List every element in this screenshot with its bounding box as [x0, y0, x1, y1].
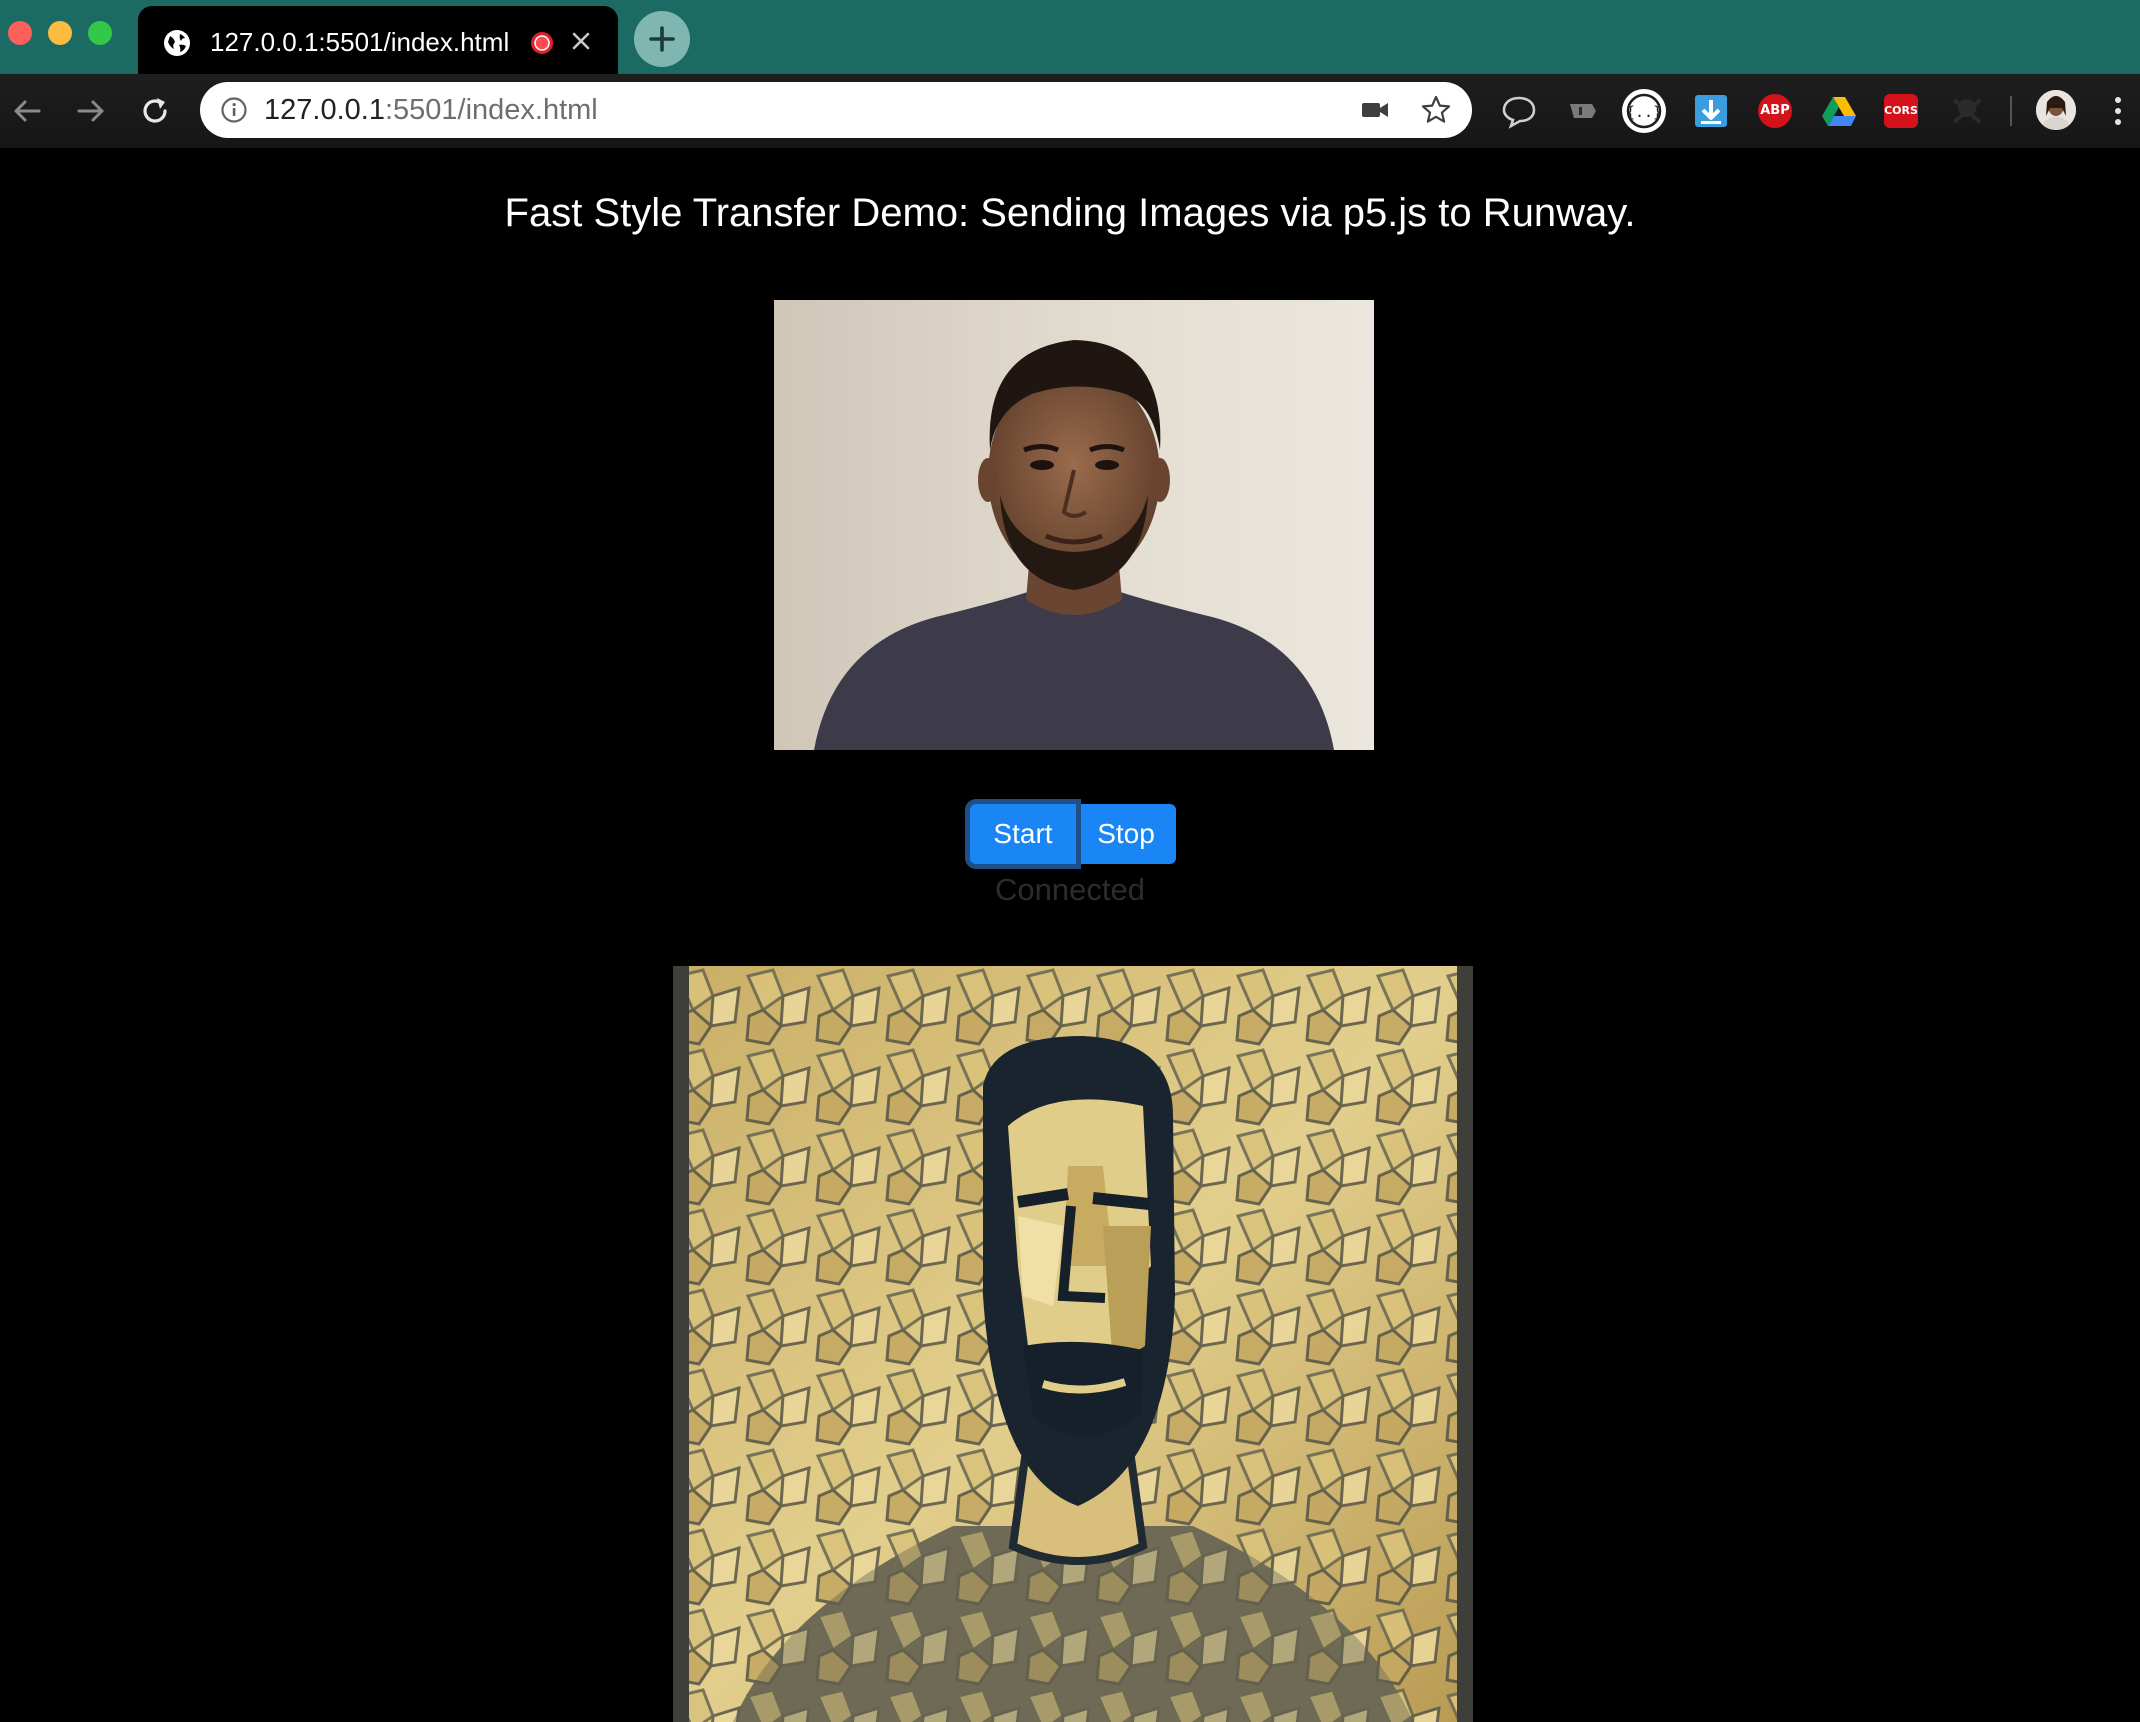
stop-button[interactable]: Stop	[1076, 804, 1176, 864]
profile-photo-icon	[2036, 90, 2076, 130]
svg-text:{..}: {..}	[1626, 103, 1662, 121]
tab-title: 127.0.0.1:5501/index.html	[210, 27, 510, 57]
tab-strip: 127.0.0.1:5501/index.html	[0, 0, 2140, 74]
stylized-output-image	[673, 966, 1473, 1722]
forward-arrow-icon[interactable]	[72, 92, 110, 130]
kebab-menu-icon[interactable]	[2110, 94, 2126, 128]
url-path: :5501/index.html	[384, 94, 598, 126]
download-extension-icon[interactable]	[1692, 92, 1730, 130]
recording-indicator-icon	[531, 32, 553, 54]
new-tab-button[interactable]	[634, 11, 690, 67]
maximize-window-button[interactable]	[88, 21, 112, 45]
json-viewer-extension-icon[interactable]: {..}	[1620, 87, 1668, 135]
start-button[interactable]: Start	[970, 804, 1076, 864]
plus-icon	[649, 26, 675, 52]
connection-status: Connected	[995, 872, 1145, 907]
profile-avatar[interactable]	[2036, 90, 2076, 130]
address-bar[interactable]: 127.0.0.1:5501/index.html	[200, 82, 1472, 138]
webcam-frame-image	[774, 300, 1374, 750]
url-host: 127.0.0.1	[264, 94, 385, 126]
reload-icon[interactable]	[136, 92, 174, 130]
back-arrow-icon[interactable]	[8, 92, 46, 130]
style-transfer-output	[673, 966, 1473, 1722]
webcam-video	[774, 300, 1374, 750]
tag-extension-icon[interactable]	[1564, 92, 1602, 130]
bookmark-star-icon[interactable]	[1420, 94, 1452, 126]
pirate-extension-icon[interactable]	[1948, 92, 1986, 130]
globe-icon	[164, 30, 190, 56]
minimize-window-button[interactable]	[48, 21, 72, 45]
web-page: Fast Style Transfer Demo: Sending Images…	[0, 148, 2140, 1722]
toolbar-divider	[2010, 96, 2012, 126]
info-icon[interactable]	[220, 96, 248, 124]
close-window-button[interactable]	[8, 21, 32, 45]
page-title: Fast Style Transfer Demo: Sending Images…	[504, 191, 1636, 235]
adblock-plus-icon[interactable]: ABP	[1758, 94, 1792, 128]
browser-toolbar: 127.0.0.1:5501/index.html {..} ABP CORS	[0, 74, 2140, 148]
google-drive-icon[interactable]	[1820, 92, 1858, 130]
browser-tab[interactable]: 127.0.0.1:5501/index.html	[138, 6, 618, 74]
url-text[interactable]: 127.0.0.1:5501/index.html	[264, 92, 598, 128]
chat-bubble-icon[interactable]	[1500, 92, 1538, 130]
browser-window: 127.0.0.1:5501/index.html 127.0.0.1:5501…	[0, 0, 2140, 1722]
cors-extension-icon[interactable]: CORS	[1884, 94, 1918, 128]
close-tab-icon[interactable]	[570, 30, 592, 52]
camera-in-use-icon[interactable]	[1360, 98, 1390, 122]
